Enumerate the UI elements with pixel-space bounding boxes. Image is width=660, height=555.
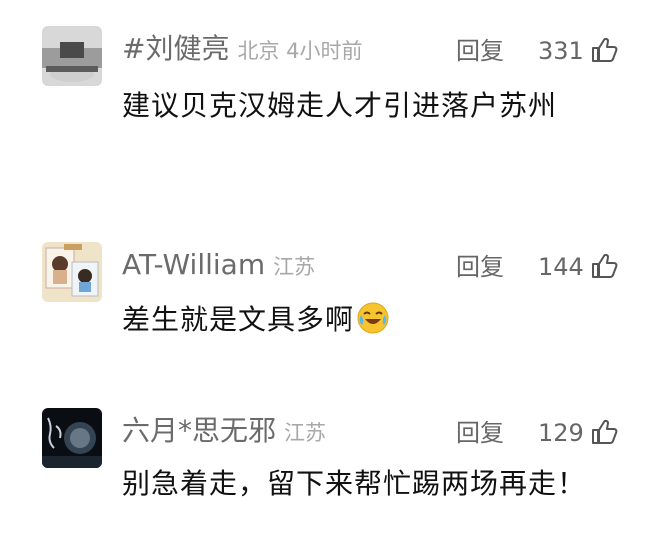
comment-item: #刘健亮 北京 4小时前 回复 331 建议贝克汉姆走人才引进落户苏州 (0, 0, 660, 200)
reply-button[interactable]: 回复 (456, 416, 504, 450)
location-time: 江苏 (273, 255, 316, 279)
reply-button[interactable]: 回复 (456, 250, 504, 284)
username[interactable]: AT-William 江苏 (122, 248, 315, 284)
avatar[interactable] (42, 242, 102, 302)
like-count: 331 (538, 37, 584, 65)
like-count: 129 (538, 419, 584, 447)
thumbs-up-icon[interactable] (590, 418, 618, 446)
username[interactable]: 六月*思无邪 江苏 (122, 414, 326, 450)
avatar[interactable] (42, 26, 102, 86)
location-time: 江苏 (284, 421, 327, 445)
username-text[interactable]: AT-William (122, 248, 265, 281)
comment-text: 建议贝克汉姆走人才引进落户苏州 (122, 89, 558, 122)
location-time: 北京 4小时前 (237, 39, 363, 63)
comment-item: 六月*思无邪 江苏 回复 129 别急着走，留下来帮忙踢两场再走！ (0, 380, 660, 555)
thumbs-up-icon[interactable] (590, 252, 618, 280)
thumbs-up-icon[interactable] (590, 36, 618, 64)
username-text[interactable]: 六月*思无邪 (122, 414, 276, 447)
like-count: 144 (538, 253, 584, 281)
reply-button[interactable]: 回复 (456, 34, 504, 68)
avatar[interactable] (42, 408, 102, 468)
crying-laughing-emoji (357, 302, 389, 334)
comment-text: 差生就是文具多啊 (122, 296, 622, 344)
username-text[interactable]: #刘健亮 (122, 32, 229, 65)
username[interactable]: #刘健亮 北京 4小时前 (122, 32, 363, 68)
comment-text: 别急着走，留下来帮忙踢两场再走！ (122, 467, 587, 500)
comment-text-content: 差生就是文具多啊 (122, 303, 355, 336)
comment-item: AT-William 江苏 回复 144 差生就是文具多啊 (0, 200, 660, 380)
